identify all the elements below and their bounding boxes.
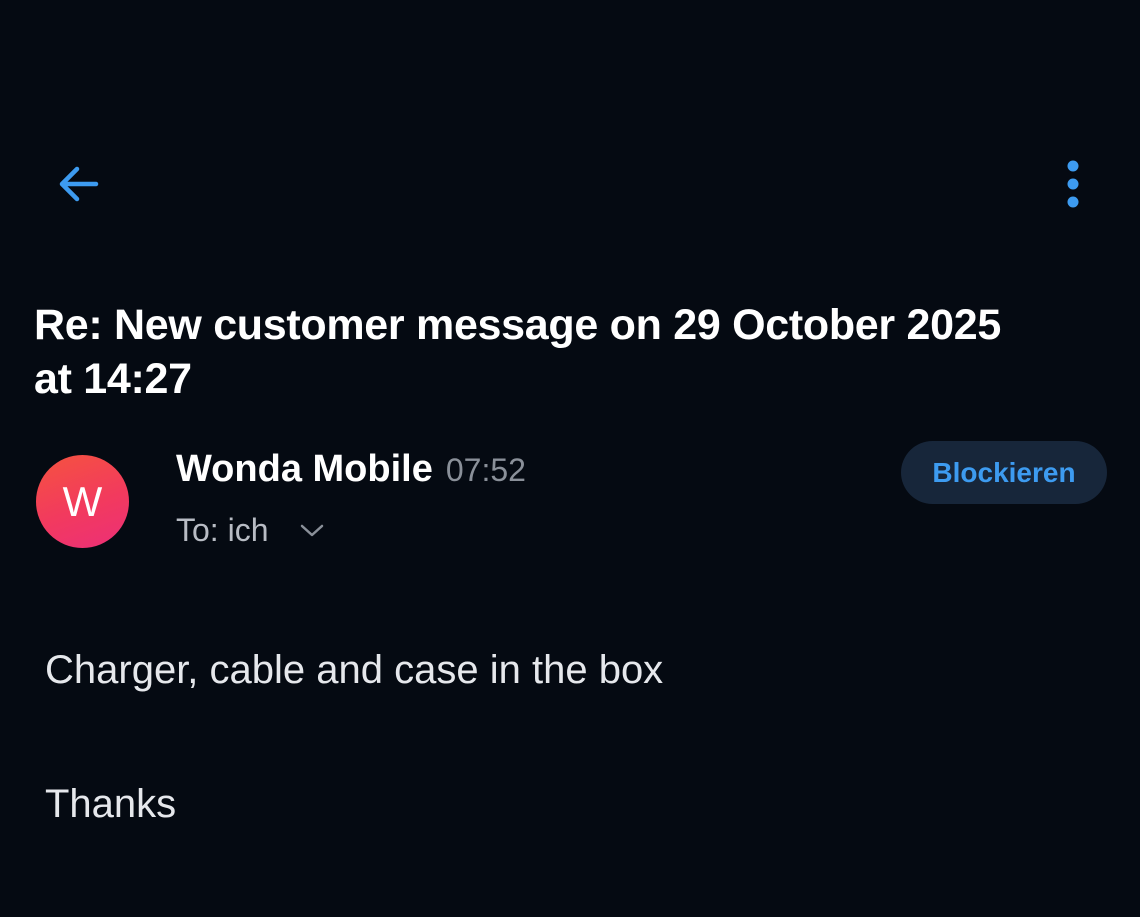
email-body-line: Charger, cable and case in the box [45,648,664,692]
chevron-down-icon [300,524,324,538]
block-sender-button[interactable]: Blockieren [901,441,1107,504]
back-button[interactable] [48,160,108,212]
sent-time: 07:52 [445,452,526,488]
more-options-button[interactable] [1048,156,1098,216]
email-subject: Re: New customer message on 29 October 2… [34,301,1001,403]
arrow-left-icon [56,164,100,209]
sender-name: Wonda Mobile [176,448,433,490]
more-vertical-icon [1066,160,1080,213]
email-body-line: Thanks [45,782,177,826]
sender-avatar[interactable]: W [36,455,129,548]
sender-info: Wonda Mobile 07:52 [176,448,526,491]
recipient-label: To: ich [176,512,269,548]
recipient-details-toggle[interactable]: To: ich [176,512,324,549]
avatar-letter: W [62,477,103,525]
